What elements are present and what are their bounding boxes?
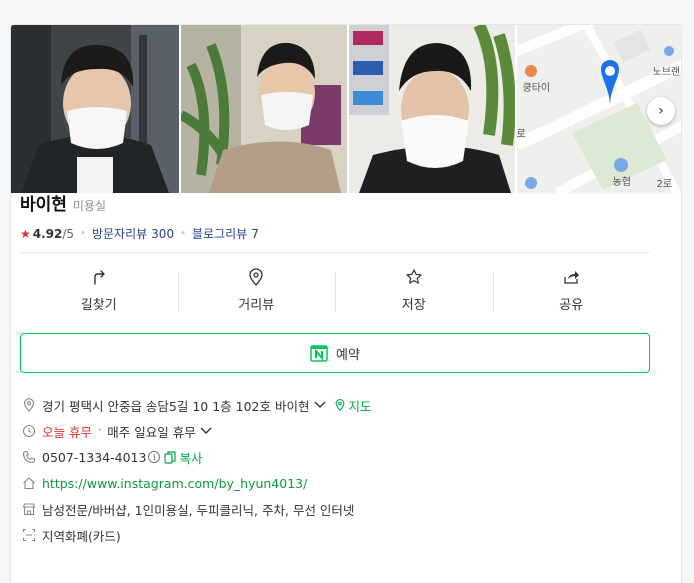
store-icon [20,500,38,518]
place-header: 바이현 미용실 ★ 4.92 /5 • 방문자리뷰 300 • 블로그리뷰 7 [20,190,650,242]
photo-1[interactable] [11,25,179,193]
map-label: 지도 [348,398,372,414]
share-button[interactable]: 공유 [492,266,651,314]
map-label-2: 농협 [612,177,631,188]
regular-holiday: 매주 일요일 휴무 [107,424,196,440]
blog-reviews-label: 블로그리뷰 [191,227,248,241]
address-text: 경기 평택시 안중읍 송담5길 10 1층 102호 바이현 [42,398,310,414]
location-pin-icon [20,396,38,414]
phone-icon [20,448,38,466]
rating-value: 4.92 [32,226,63,241]
visitor-reviews-count: 300 [151,227,175,241]
blog-reviews-count: 7 [251,227,259,241]
copy-phone-button[interactable]: 복사 [164,448,202,467]
copy-icon [164,450,177,464]
blog-reviews-link[interactable]: 블로그리뷰 7 [192,225,259,242]
divider [20,252,650,253]
amenities-row: 남성전문/바버샵, 1인미용실, 두피클리닉, 주차, 무선 인터넷 [20,496,660,522]
map-pin-icon [335,399,344,411]
copy-label: 복사 [179,450,203,466]
rating-row: ★ 4.92 /5 • 방문자리뷰 300 • 블로그리뷰 7 [20,225,650,242]
save-button[interactable]: 저장 [335,266,493,314]
directions-icon [94,269,105,285]
reserve-label: 예약 [336,347,360,363]
map-label-4: 2로 [656,179,673,190]
separator-dot: • [180,228,186,239]
gallery-next-button[interactable]: › [647,97,675,125]
save-label: 저장 [401,297,426,313]
separator-dot: • [80,228,86,239]
payment-text: 지역화폐(카드) [42,528,121,544]
payment-row: 지역화폐(카드) [20,522,660,548]
map-thumbnail[interactable]: 쿵타이 노브랜 농협 로 2로 › [516,25,681,193]
map-label-0: 노브랜 [652,67,681,78]
street-view-label: 거리뷰 [238,297,275,313]
phone-number: 0507-1334-4013 [42,449,147,465]
street-view-pin-icon [249,267,263,286]
visitor-reviews-label: 방문자리뷰 [91,227,148,241]
clock-icon [20,422,38,440]
home-icon [20,474,38,492]
map-label-1: 쿵타이 [522,83,551,94]
amenities-text: 남성전문/바버샵, 1인미용실, 두피클리닉, 주차, 무선 인터넷 [42,502,355,518]
share-icon [564,270,580,284]
photo-3[interactable] [349,25,515,193]
map-label-3: 로 [516,129,526,140]
place-name: 바이현 [20,195,67,215]
naver-calendar-icon [310,345,328,362]
star-icon [406,268,422,284]
directions-label: 길찾기 [80,297,117,313]
street-view-button[interactable]: 거리뷰 [177,266,336,314]
status-today: 오늘 휴무 [42,424,92,440]
photo-gallery: 쿵타이 노브랜 농협 로 2로 › [11,25,681,193]
visitor-reviews-link[interactable]: 방문자리뷰 300 [92,225,174,242]
phone-row: 0507-1334-4013 i 복사 [20,444,660,470]
rating-max: /5 [62,226,75,241]
website-row: https://www.instagram.com/by_hyun4013/ [20,470,660,496]
address-expand-chevron-icon[interactable] [314,401,326,409]
map-button[interactable]: 지도 [334,396,372,415]
action-bar: 길찾기 거리뷰 저장 공유 [20,266,650,314]
place-details: 경기 평택시 안중읍 송담5길 10 1층 102호 바이현 지도 오늘 휴무 … [20,392,660,548]
separator-dot: • [96,426,103,436]
share-label: 공유 [559,297,584,313]
place-category: 미용실 [72,199,107,213]
photo-2[interactable] [180,25,347,193]
hours-row: 오늘 휴무 • 매주 일요일 휴무 [20,418,660,444]
hours-expand-chevron-icon[interactable] [200,427,212,435]
info-icon[interactable]: i [148,451,161,463]
reserve-button[interactable]: 예약 [20,333,650,373]
rating-star-icon: ★ [20,226,31,241]
directions-button[interactable]: 길찾기 [20,266,178,314]
website-link[interactable]: https://www.instagram.com/by_hyun4013/ [42,476,307,491]
payment-scan-icon [20,526,38,544]
address-row: 경기 평택시 안중읍 송담5길 10 1층 102호 바이현 지도 [20,392,660,418]
